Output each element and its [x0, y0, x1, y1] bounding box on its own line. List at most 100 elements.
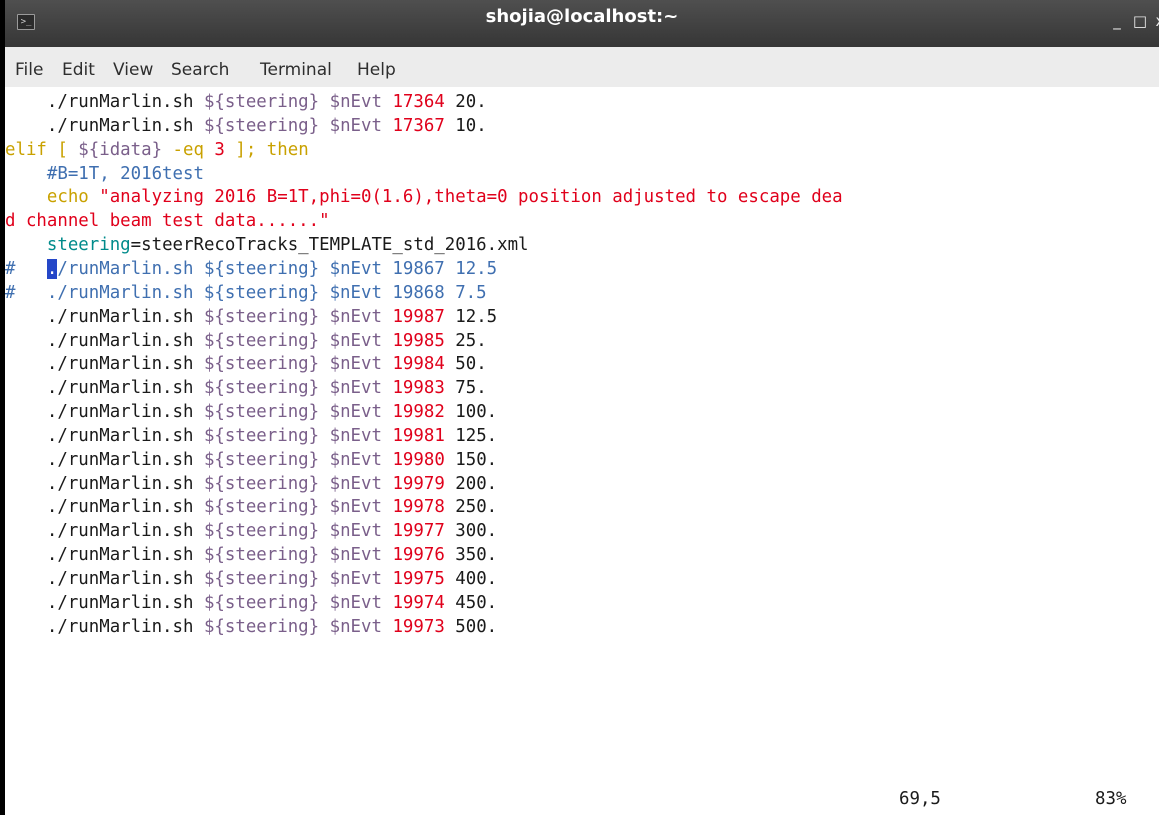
code-token: ./runMarlin.sh — [5, 521, 204, 542]
code-token: elif [ — [5, 139, 79, 160]
code-token: 125. — [444, 425, 498, 446]
menu-terminal[interactable]: Terminal — [260, 47, 332, 87]
code-token: ${steering} — [203, 354, 320, 375]
code-token: $nEvt — [329, 521, 382, 542]
code-line: ./runMarlin.sh ${steering} $nEvt 19987 1… — [5, 306, 497, 329]
code-token: # ./runMarlin.sh ${steering} $nEvt 19868… — [5, 282, 487, 303]
minimize-button[interactable]: _ — [1106, 10, 1128, 32]
code-token: ./runMarlin.sh — [5, 402, 204, 423]
code-token: ${steering} — [203, 449, 320, 470]
maximize-button[interactable]: □ — [1129, 10, 1151, 32]
code-token: 300. — [444, 521, 498, 542]
code-token: ./runMarlin.sh — [5, 425, 204, 446]
menu-file[interactable]: File — [15, 47, 43, 87]
code-token: 19977 — [392, 521, 445, 542]
code-token: d channel beam test data......" — [5, 211, 330, 232]
code-token: ${steering} — [203, 569, 320, 589]
code-token: ./runMarlin.sh — [5, 545, 204, 566]
code-token: ./runMarlin.sh — [5, 449, 204, 470]
menu-edit[interactable]: Edit — [62, 47, 95, 87]
code-token: ./runMarlin.sh — [5, 378, 204, 399]
terminal-window: >_ shojia@localhost:~ _ □ x File Edit Vi… — [5, 0, 1159, 815]
scroll-percent: 83% — [1095, 789, 1127, 809]
code-token: 100. — [444, 402, 498, 423]
code-token: ./runMarlin.sh — [5, 115, 204, 136]
cursor-position: 69,5 — [899, 789, 941, 809]
code-token: $nEvt — [329, 497, 382, 518]
window-title: shojia@localhost:~ — [485, 6, 679, 27]
code-token: ./runMarlin.sh — [5, 616, 204, 637]
code-token: ./runMarlin.sh — [5, 330, 204, 351]
code-line: d channel beam test data......" — [5, 210, 330, 233]
code-token: 19974 — [392, 592, 445, 613]
code-token: 150. — [444, 449, 498, 470]
code-token: $nEvt — [329, 425, 382, 446]
code-line: #B=1T, 2016test — [5, 163, 204, 186]
menu-bar: File Edit View Search Terminal Help — [5, 47, 1159, 88]
code-token: ${steering} — [203, 545, 320, 566]
code-token: ${idata} — [78, 139, 163, 160]
editor-text-area[interactable]: 69,5 83% ./runMarlin.sh ${steering} $nEv… — [5, 87, 1159, 815]
code-line: ./runMarlin.sh ${steering} $nEvt 19977 3… — [5, 520, 497, 543]
code-token: 19978 — [392, 497, 445, 518]
code-token: ${steering} — [203, 92, 320, 112]
menu-search[interactable]: Search — [171, 47, 229, 87]
code-token: ${steering} — [203, 473, 320, 494]
code-token: ${steering} — [203, 402, 320, 423]
code-token: ${steering} — [203, 521, 320, 542]
code-token: $nEvt — [329, 569, 382, 589]
menu-view[interactable]: View — [113, 47, 153, 87]
code-token: 17367 — [392, 115, 445, 136]
code-token: ${steering} — [203, 592, 320, 613]
code-line: # ./runMarlin.sh ${steering} $nEvt 19867… — [5, 258, 497, 281]
code-token: 75. — [444, 378, 487, 399]
code-line: ./runMarlin.sh ${steering} $nEvt 19981 1… — [5, 425, 497, 448]
code-token: ${steering} — [203, 616, 320, 637]
title-bar[interactable]: >_ shojia@localhost:~ _ □ x — [5, 0, 1159, 47]
code-token: 19976 — [392, 545, 445, 566]
code-token: 19982 — [392, 402, 445, 423]
code-token: 350. — [444, 545, 498, 566]
code-line: ./runMarlin.sh ${steering} $nEvt 19982 1… — [5, 401, 497, 424]
code-line: steering=steerRecoTracks_TEMPLATE_std_20… — [5, 234, 529, 257]
code-line: ./runMarlin.sh ${steering} $nEvt 19980 1… — [5, 449, 497, 472]
code-token: $nEvt — [329, 616, 382, 637]
close-button[interactable]: x — [1149, 10, 1159, 32]
code-token: 19987 — [392, 306, 445, 327]
code-token: ./runMarlin.sh — [5, 569, 204, 589]
code-token: 19979 — [392, 473, 445, 494]
code-token: $nEvt — [329, 92, 382, 112]
code-token: ./runMarlin.sh — [5, 497, 204, 518]
code-line: ./runMarlin.sh ${steering} $nEvt 19983 7… — [5, 377, 487, 400]
code-token: ./runMarlin.sh — [5, 592, 204, 613]
code-token: 450. — [444, 592, 498, 613]
code-token: 19980 — [392, 449, 445, 470]
code-token: $nEvt — [329, 592, 382, 613]
code-token: ./runMarlin.sh — [5, 92, 204, 112]
code-line: ./runMarlin.sh ${steering} $nEvt 19973 5… — [5, 616, 497, 639]
code-token: $nEvt — [329, 378, 382, 399]
menu-help[interactable]: Help — [357, 47, 396, 87]
